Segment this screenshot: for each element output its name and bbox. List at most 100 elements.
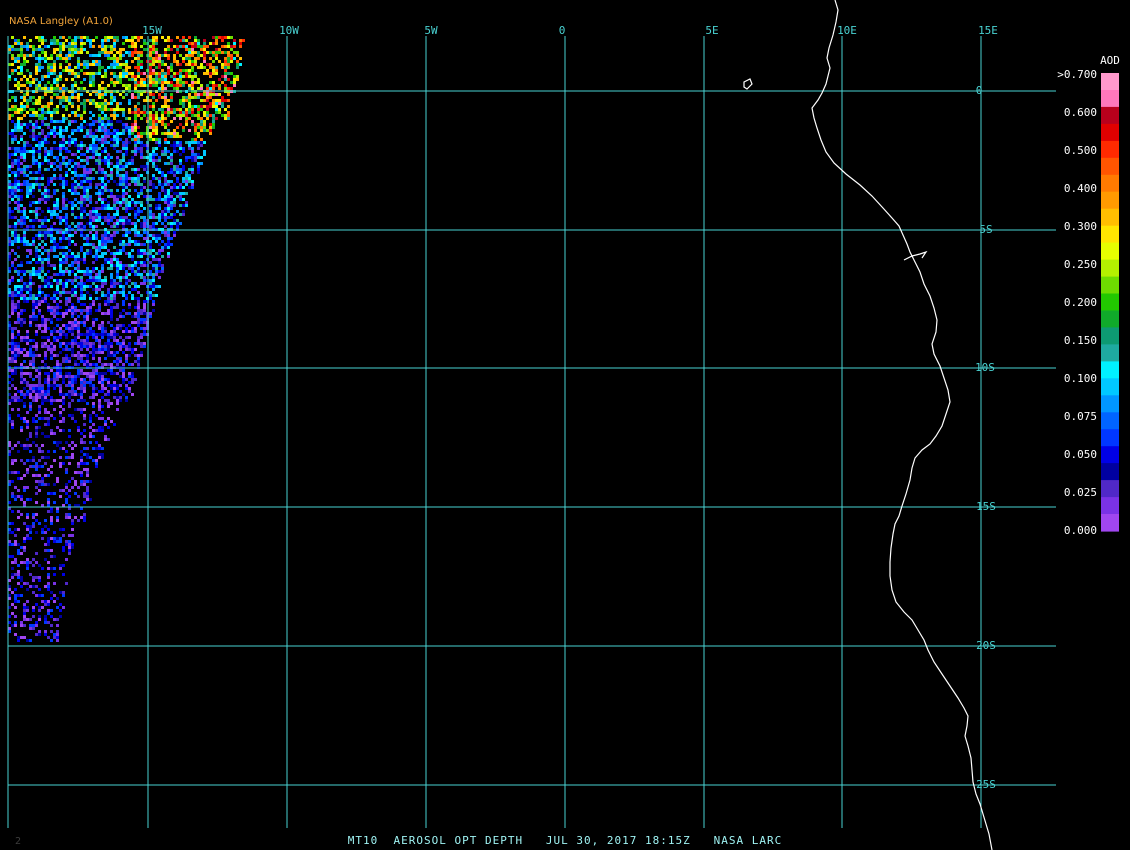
aod-pixel	[86, 240, 89, 243]
aod-pixel	[203, 54, 206, 57]
aod-pixel	[23, 378, 26, 381]
aod-pixel	[56, 111, 59, 114]
aod-pixel	[161, 120, 164, 123]
aod-pixel	[197, 141, 200, 144]
aod-pixel	[62, 36, 65, 39]
aod-pixel	[188, 156, 191, 159]
aod-pixel	[68, 141, 71, 144]
aod-pixel	[38, 54, 41, 57]
aod-pixel	[68, 327, 71, 330]
aod-pixel	[233, 42, 236, 45]
aod-pixel	[173, 111, 176, 114]
aod-pixel	[77, 150, 80, 153]
aod-pixel	[140, 84, 143, 87]
aod-pixel	[41, 483, 44, 486]
aod-pixel	[77, 114, 80, 117]
aod-pixel	[179, 114, 182, 117]
aod-pixel	[80, 297, 83, 300]
aod-pixel	[143, 333, 146, 336]
aod-pixel	[98, 285, 101, 288]
aod-pixel	[32, 129, 35, 132]
aod-pixel	[20, 552, 23, 555]
aod-pixel	[140, 225, 143, 228]
aod-pixel	[86, 192, 89, 195]
aod-pixel	[152, 150, 155, 153]
aod-pixel	[167, 204, 170, 207]
aod-pixel	[149, 207, 152, 210]
aod-pixel	[200, 108, 203, 111]
aod-pixel	[161, 270, 164, 273]
aod-pixel	[122, 48, 125, 51]
aod-pixel	[119, 249, 122, 252]
aod-pixel	[113, 207, 116, 210]
aod-pixel	[95, 183, 98, 186]
aod-pixel	[47, 537, 50, 540]
aod-pixel	[44, 141, 47, 144]
aod-pixel	[131, 162, 134, 165]
aod-pixel	[71, 255, 74, 258]
aod-pixel	[47, 393, 50, 396]
aod-pixel	[41, 537, 44, 540]
aod-pixel	[47, 576, 50, 579]
aod-pixel	[131, 351, 134, 354]
aod-pixel	[191, 75, 194, 78]
aod-pixel	[38, 288, 41, 291]
aod-pixel	[62, 48, 65, 51]
aod-pixel	[155, 114, 158, 117]
aod-pixel	[83, 225, 86, 228]
aod-pixel	[47, 318, 50, 321]
aod-pixel	[86, 381, 89, 384]
aod-pixel	[56, 75, 59, 78]
aod-pixel	[29, 120, 32, 123]
aod-pixel	[17, 594, 20, 597]
aod-pixel	[116, 198, 119, 201]
aod-pixel	[236, 78, 239, 81]
aod-pixel	[188, 96, 191, 99]
aod-pixel	[92, 282, 95, 285]
aod-pixel	[92, 396, 95, 399]
aod-pixel	[167, 99, 170, 102]
aod-pixel	[107, 66, 110, 69]
aod-pixel	[134, 297, 137, 300]
aod-pixel	[59, 345, 62, 348]
aod-pixel	[167, 72, 170, 75]
aod-pixel	[185, 171, 188, 174]
aod-pixel	[116, 360, 119, 363]
aod-pixel	[62, 420, 65, 423]
aod-pixel	[113, 72, 116, 75]
aod-pixel	[239, 63, 242, 66]
aod-pixel	[185, 159, 188, 162]
aod-pixel	[86, 285, 89, 288]
aod-pixel	[83, 216, 86, 219]
aod-pixel	[32, 108, 35, 111]
aod-pixel	[59, 126, 62, 129]
aod-pixel	[203, 105, 206, 108]
aod-pixel	[158, 60, 161, 63]
aod-pixel	[65, 108, 68, 111]
aod-pixel	[137, 261, 140, 264]
aod-pixel	[137, 339, 140, 342]
aod-pixel	[65, 270, 68, 273]
aod-pixel	[89, 150, 92, 153]
aod-pixel	[56, 213, 59, 216]
aod-pixel	[110, 174, 113, 177]
aod-pixel	[26, 516, 29, 519]
aod-pixel	[206, 93, 209, 96]
aod-pixel	[68, 231, 71, 234]
aod-pixel	[173, 201, 176, 204]
aod-pixel	[56, 78, 59, 81]
aod-pixel	[98, 219, 101, 222]
aod-pixel	[131, 54, 134, 57]
aod-pixel	[113, 39, 116, 42]
aod-pixel	[224, 45, 227, 48]
aod-pixel	[80, 411, 83, 414]
aod-pixel	[50, 549, 53, 552]
aod-pixel	[164, 207, 167, 210]
aod-pixel	[17, 495, 20, 498]
aod-pixel	[107, 36, 110, 39]
aod-pixel	[122, 186, 125, 189]
aod-pixel	[26, 93, 29, 96]
aod-pixel	[116, 231, 119, 234]
aod-pixel	[23, 309, 26, 312]
aod-pixel	[143, 84, 146, 87]
